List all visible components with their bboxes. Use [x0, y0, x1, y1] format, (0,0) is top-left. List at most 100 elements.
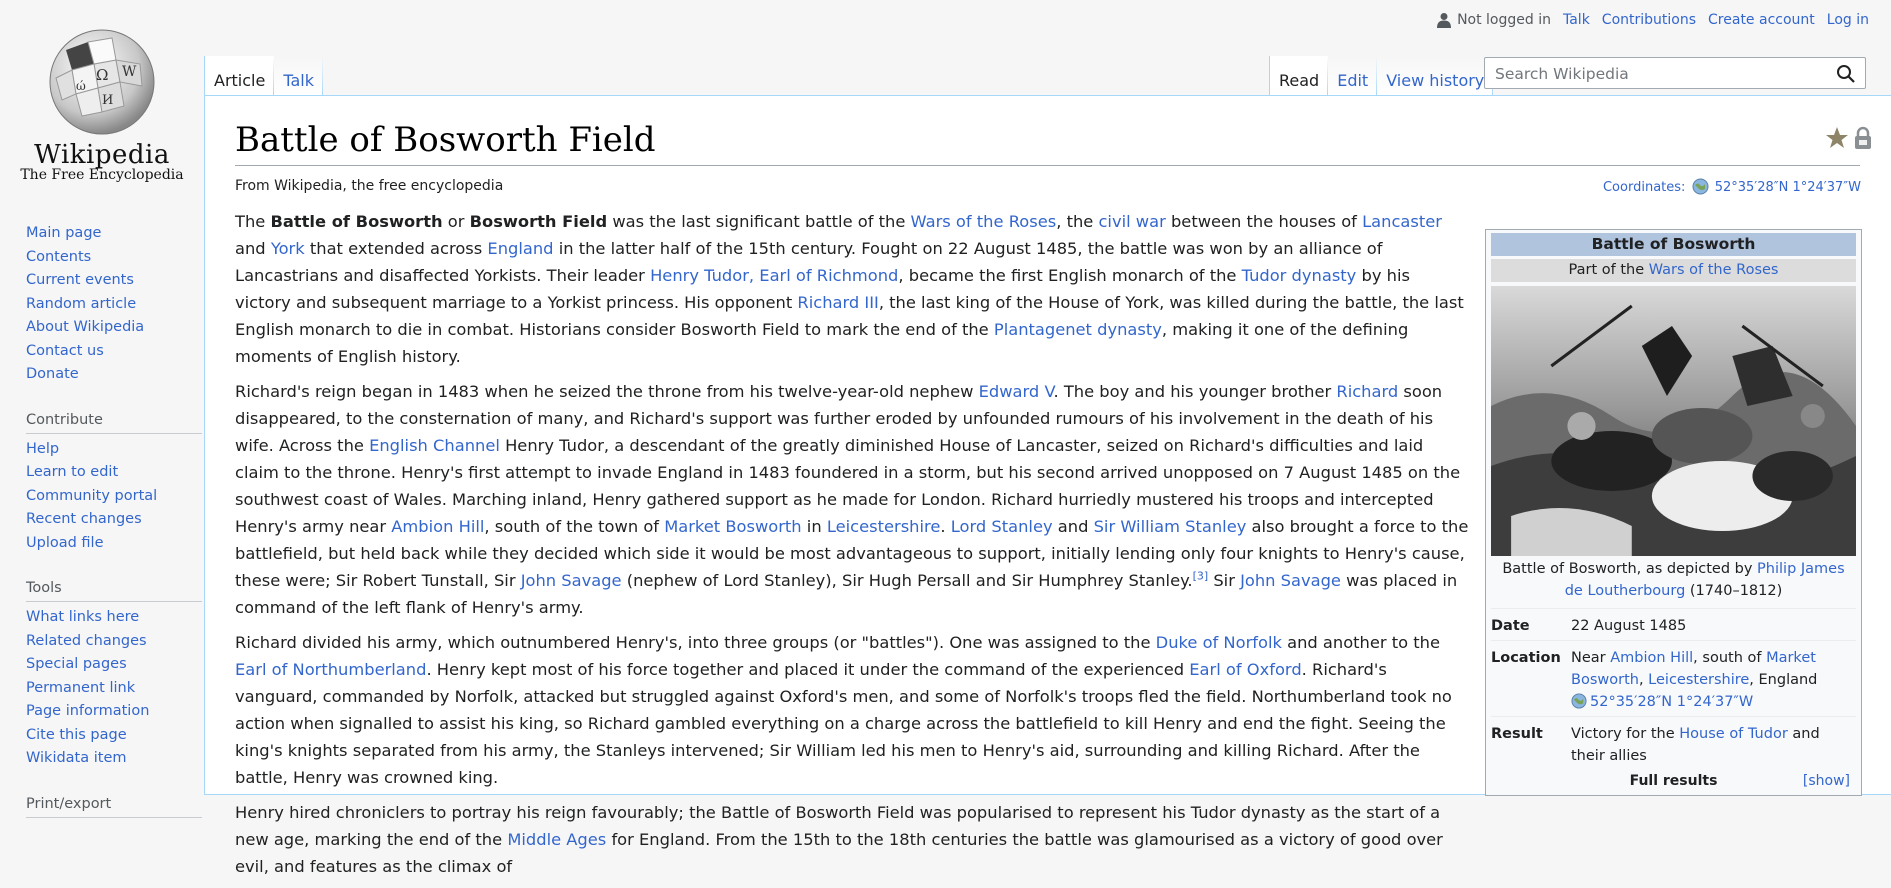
infobox-wars-of-roses-link[interactable]: Wars of the Roses: [1649, 262, 1779, 278]
sidebar-item-donate[interactable]: Donate: [26, 366, 79, 382]
article-link[interactable]: Henry Tudor, Earl of Richmond: [650, 266, 898, 285]
tab-edit-label: Edit: [1337, 71, 1369, 90]
article-link[interactable]: Tudor dynasty: [1242, 266, 1357, 285]
globe-icon[interactable]: [1692, 178, 1709, 195]
article-link[interactable]: Lord Stanley: [951, 517, 1053, 536]
location-leicestershire-link[interactable]: Leicestershire: [1648, 672, 1749, 688]
sidebar-item-community-portal[interactable]: Community portal: [26, 488, 157, 504]
tab-read-label: Read: [1279, 71, 1320, 90]
tab-article-label: Article: [214, 71, 266, 90]
coordinates-link[interactable]: 52°35′28″N 1°24′37″W: [1715, 180, 1861, 195]
sidebar-item-about[interactable]: About Wikipedia: [26, 319, 144, 335]
article-link[interactable]: Middle Ages: [507, 830, 606, 849]
article-link[interactable]: England: [487, 239, 553, 258]
result-house-of-tudor-link[interactable]: House of Tudor: [1679, 726, 1788, 742]
sidebar-item-learn-to-edit[interactable]: Learn to edit: [26, 464, 118, 480]
globe-icon[interactable]: [1571, 693, 1587, 709]
not-logged-in-status: Not logged in: [1437, 12, 1551, 28]
wikipedia-logo[interactable]: Ω W И ώ Wikipedia The Free Encyclopedia: [0, 0, 204, 200]
infobox-part-of-prefix: Part of the: [1568, 262, 1649, 278]
sidebar-item-cite-this-page[interactable]: Cite this page: [26, 727, 127, 743]
tab-view-history[interactable]: View history: [1377, 56, 1493, 96]
article-link[interactable]: Earl of Oxford: [1189, 660, 1301, 679]
sidebar-item-page-information[interactable]: Page information: [26, 703, 149, 719]
sidebar-heading-print: Print/export: [26, 791, 202, 818]
infobox-location-row: Location Near Ambion Hill, south of Mark…: [1491, 640, 1856, 716]
article-link[interactable]: Wars of the Roses: [911, 212, 1057, 231]
semi-protected-lock-icon[interactable]: [1853, 126, 1873, 150]
article-link[interactable]: Ambion Hill: [391, 517, 484, 536]
article-link[interactable]: Earl of Northumberland: [235, 660, 426, 679]
sidebar-item-recent-changes[interactable]: Recent changes: [26, 511, 142, 527]
location-ambion-hill-link[interactable]: Ambion Hill: [1610, 650, 1693, 666]
infobox-result-label: Result: [1491, 726, 1543, 742]
sidebar-item-permanent-link[interactable]: Permanent link: [26, 680, 135, 696]
article-link[interactable]: Duke of Norfolk: [1156, 633, 1282, 652]
infobox-date-label: Date: [1491, 618, 1530, 634]
sidebar-item-random-article[interactable]: Random article: [26, 296, 136, 312]
site-tagline: From Wikipedia, the free encyclopedia: [235, 178, 504, 194]
search-input[interactable]: [1493, 63, 1817, 85]
personal-contributions-link[interactable]: Contributions: [1602, 12, 1696, 28]
search-icon[interactable]: [1836, 64, 1856, 84]
result-prefix: Victory for the: [1571, 726, 1680, 742]
infobox-date-row: Date 22 August 1485: [1491, 608, 1856, 640]
battle-painting-image[interactable]: [1491, 286, 1856, 556]
tab-article[interactable]: Article: [205, 56, 274, 96]
full-results-label: Full results: [1629, 773, 1718, 789]
svg-text:Ω: Ω: [96, 66, 108, 84]
coordinates-label: Coordinates:: [1602, 180, 1686, 195]
sidebar-item-related-changes[interactable]: Related changes: [26, 633, 147, 649]
article-link[interactable]: Edward V: [979, 382, 1054, 401]
create-account-link[interactable]: Create account: [1708, 12, 1815, 28]
location-south-of: , south of: [1693, 650, 1767, 666]
article-link[interactable]: civil war: [1098, 212, 1165, 231]
good-article-star-icon[interactable]: [1825, 126, 1849, 150]
sidebar: Main page Contents Current events Random…: [26, 222, 202, 822]
citation-link[interactable]: [3]: [1193, 570, 1209, 583]
infobox-result-value: Victory for the House of Tudor and their…: [1571, 721, 1856, 767]
article-link[interactable]: York: [271, 239, 305, 258]
article-link[interactable]: Richard III: [797, 293, 878, 312]
article-link[interactable]: John Savage: [1240, 571, 1341, 590]
location-comma: ,: [1638, 672, 1649, 688]
article-link[interactable]: Lancaster: [1362, 212, 1442, 231]
svg-text:ώ: ώ: [76, 79, 86, 93]
caption-prefix: Battle of Bosworth, as depicted by: [1502, 561, 1758, 577]
sidebar-item-contact[interactable]: Contact us: [26, 343, 104, 359]
sidebar-item-wikidata-item[interactable]: Wikidata item: [26, 750, 127, 766]
coordinates: Coordinates: 52°35′28″N 1°24′37″W: [1603, 178, 1861, 195]
article-link[interactable]: Richard: [1336, 382, 1398, 401]
article-link[interactable]: Leicestershire: [827, 517, 941, 536]
personal-talk-link[interactable]: Talk: [1563, 12, 1590, 28]
tab-read[interactable]: Read: [1270, 56, 1328, 96]
article-link[interactable]: Market Bosworth: [664, 517, 801, 536]
infobox-image-caption: Battle of Bosworth, as depicted by Phili…: [1499, 558, 1848, 602]
tab-edit[interactable]: Edit: [1328, 56, 1377, 96]
article-link[interactable]: John Savage: [521, 571, 622, 590]
svg-text:И: И: [102, 93, 113, 108]
sidebar-print-section: Print/export: [26, 791, 202, 818]
location-coordinates-link[interactable]: 52°35′28″N 1°24′37″W: [1590, 694, 1753, 710]
sidebar-item-help[interactable]: Help: [26, 441, 59, 457]
tab-talk[interactable]: Talk: [274, 56, 323, 96]
bold-term: Battle of Bosworth: [270, 212, 443, 231]
personal-tools: Not logged in Talk Contributions Create …: [1437, 12, 1869, 28]
login-link[interactable]: Log in: [1827, 12, 1869, 28]
sidebar-item-contents[interactable]: Contents: [26, 249, 91, 265]
article-link[interactable]: Sir William Stanley: [1094, 517, 1247, 536]
sidebar-item-upload-file[interactable]: Upload file: [26, 535, 104, 551]
article-link[interactable]: Plantagenet dynasty: [994, 320, 1162, 339]
bold-term: Bosworth Field: [469, 212, 608, 231]
infobox: Battle of Bosworth Part of the Wars of t…: [1485, 229, 1862, 796]
sidebar-item-current-events[interactable]: Current events: [26, 272, 134, 288]
sidebar-item-what-links-here[interactable]: What links here: [26, 609, 139, 625]
article-link[interactable]: English Channel: [369, 436, 500, 455]
infobox-part-of: Part of the Wars of the Roses: [1491, 259, 1856, 282]
sidebar-tools-section: Tools What links here Related changes Sp…: [26, 575, 202, 771]
show-full-results-toggle[interactable]: [show]: [1803, 770, 1850, 792]
article-body: The Battle of Bosworth or Bosworth Field…: [235, 208, 1470, 888]
sidebar-item-main-page[interactable]: Main page: [26, 225, 101, 241]
search-box: [1484, 57, 1866, 89]
sidebar-item-special-pages[interactable]: Special pages: [26, 656, 127, 672]
